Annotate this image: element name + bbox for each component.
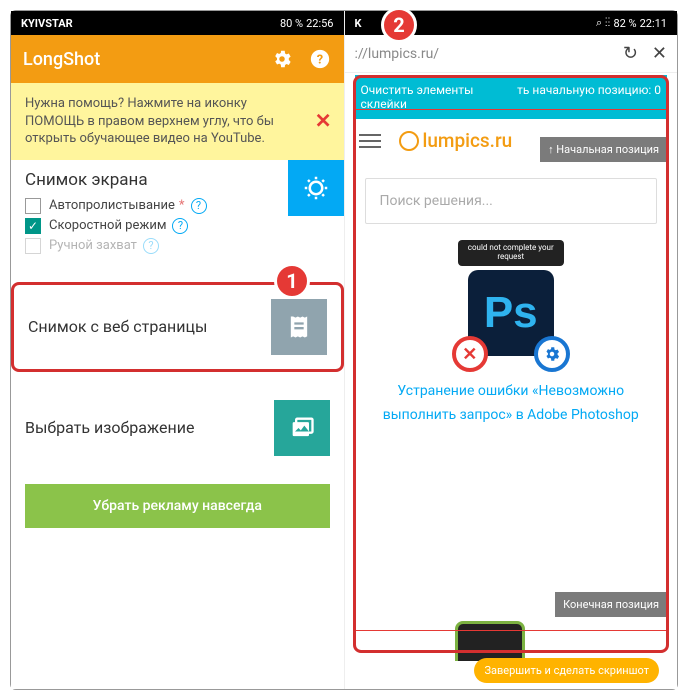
checkbox-icon[interactable]: [25, 238, 41, 254]
svg-text:?: ?: [316, 53, 322, 68]
clear-stitch-button[interactable]: Очистить элементы склейки: [355, 75, 512, 119]
images-icon: [274, 400, 330, 456]
speed-row[interactable]: ✓ Скоростной режим ?: [25, 218, 330, 234]
article-thumbnail: could not complete your request Ps ✕: [446, 240, 576, 370]
help-icon[interactable]: ?: [172, 218, 188, 234]
end-position-label[interactable]: Конечная позиция: [555, 592, 667, 617]
logo-icon: [399, 131, 419, 151]
app-bar: LongShot ?: [11, 35, 344, 83]
remove-ads-button[interactable]: Убрать рекламу навсегда: [25, 484, 330, 528]
carrier-label: KYIVSTAR: [21, 17, 280, 30]
star-mark: *: [179, 198, 185, 213]
device-illustration: [455, 621, 525, 661]
close-icon[interactable]: ✕: [315, 108, 332, 135]
item-label: Выбрать изображение: [25, 418, 274, 437]
hamburger-icon[interactable]: [359, 134, 381, 148]
reset-start-button[interactable]: ть начальную позицию: 0: [511, 75, 667, 119]
x-circle-icon: ✕: [452, 336, 488, 372]
manual-row[interactable]: Ручной захват ?: [25, 238, 330, 254]
receipt-icon: [271, 299, 327, 355]
article-title: Устранение ошибки «Невозможно выполнить …: [375, 380, 648, 428]
phone-left: KYIVSTAR 80 % 22:56 LongShot ? Нужна пом…: [11, 11, 345, 689]
search-input[interactable]: Поиск решения...: [365, 178, 658, 224]
item-label: Снимок с веб страницы: [28, 317, 271, 336]
close-icon[interactable]: ✕: [652, 43, 667, 64]
callout-badge-1: 1: [274, 263, 310, 299]
help-icon[interactable]: ?: [191, 198, 207, 214]
article-card[interactable]: could not complete your request Ps ✕ Уст…: [365, 240, 658, 428]
error-text: could not complete your request: [458, 240, 564, 266]
pick-image-button[interactable]: Выбрать изображение: [11, 386, 344, 470]
status-icons: 80 % 22:56: [280, 17, 334, 30]
status-bar: KYIVSTAR 80 % 22:56: [11, 11, 344, 35]
checkbox-icon[interactable]: [25, 198, 41, 214]
app-title: LongShot: [23, 49, 256, 70]
autoscroll-row[interactable]: Автопролистывание * ?: [25, 198, 330, 214]
screenshot-section: Снимок экрана Автопролистывание * ? ✓ Ск…: [11, 160, 344, 268]
site-logo[interactable]: lumpics.ru: [399, 129, 513, 152]
help-banner: Нужна помощь? Нажмите на иконку ПОМОЩЬ в…: [11, 83, 344, 160]
capture-button[interactable]: [288, 160, 344, 216]
finish-screenshot-button[interactable]: Завершить и сделать скриншот: [474, 658, 659, 683]
stitch-toolbar: Очистить элементы склейки ть начальную п…: [355, 75, 668, 119]
help-icon[interactable]: ?: [143, 238, 159, 254]
section-title: Снимок экрана: [25, 170, 330, 190]
start-position-label[interactable]: ↑ Начальная позиция: [540, 137, 667, 162]
banner-text: Нужна помощь? Нажмите на иконку ПОМОЩЬ в…: [25, 96, 274, 146]
help-icon[interactable]: ?: [308, 47, 332, 71]
reload-icon[interactable]: ↻: [623, 43, 638, 64]
start-marker-line: [355, 109, 668, 110]
gear-icon[interactable]: [270, 47, 294, 71]
end-marker-line: [355, 630, 668, 631]
phone-right: K ⌕ ⋮⋮ 82 % 22:11 ://lumpics.ru/ ↻ ✕ Очи…: [345, 11, 678, 689]
checkbox-checked-icon[interactable]: ✓: [25, 218, 41, 234]
callout-badge-2: 2: [381, 7, 417, 43]
gear-circle-icon: [534, 336, 570, 372]
url-text: ://lumpics.ru/: [355, 46, 609, 62]
status-icons: ⌕ ⋮⋮ 82 % 22:11: [596, 16, 667, 30]
